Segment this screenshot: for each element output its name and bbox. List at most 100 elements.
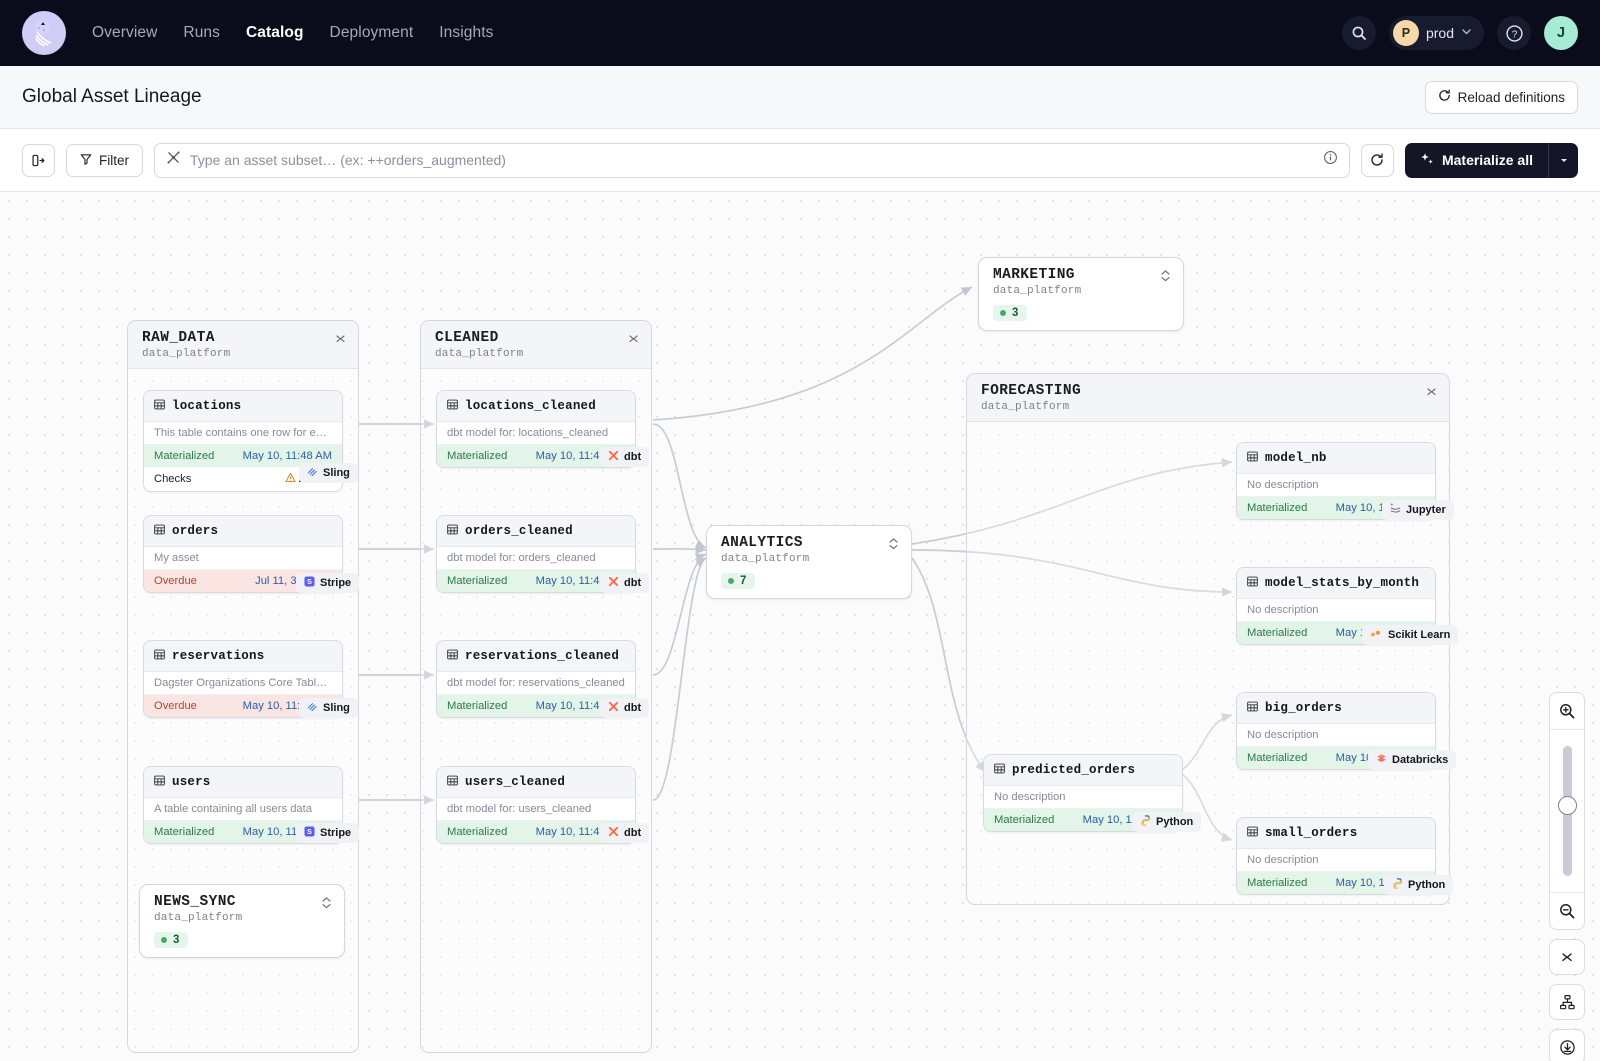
- table-icon: [447, 397, 458, 415]
- filter-button[interactable]: Filter: [66, 143, 143, 177]
- collapse-vertical-icon[interactable]: [1426, 383, 1437, 403]
- nav-link-catalog[interactable]: Catalog: [246, 24, 304, 42]
- materialize-all-label: Materialize all: [1441, 152, 1533, 168]
- integration-tag-label: Databricks: [1392, 754, 1449, 766]
- collapsed-group-body: 3: [979, 303, 1183, 330]
- table-icon: [447, 647, 458, 665]
- collapsed-group-news-sync[interactable]: NEWS_SYNC data_platform 3: [139, 884, 345, 958]
- collapse-vertical-icon[interactable]: [628, 330, 639, 350]
- integration-tag-stripe[interactable]: S Stripe: [296, 823, 360, 843]
- asset-header: locations: [144, 391, 342, 422]
- zoom-controls: [1549, 692, 1585, 1061]
- asset-selection-icon: [166, 150, 181, 170]
- integration-tag-label: dbt: [624, 827, 642, 839]
- nav-link-insights[interactable]: Insights: [439, 24, 493, 42]
- zoom-in-icon[interactable]: [1550, 693, 1584, 729]
- integration-tag-sling[interactable]: Sling: [299, 698, 358, 718]
- dbt-icon: [608, 450, 619, 464]
- integration-tag-label: Stripe: [320, 827, 352, 839]
- integration-tag-label: dbt: [624, 702, 642, 714]
- top-navigation-bar: Overview Runs Catalog Deployment Insight…: [0, 0, 1600, 66]
- graph-layout-icon[interactable]: [1549, 984, 1585, 1020]
- refresh-graph-button[interactable]: [1360, 143, 1394, 177]
- search-icon[interactable]: [1341, 16, 1376, 50]
- download-circle-icon[interactable]: [1549, 1029, 1585, 1061]
- integration-tag-label: dbt: [624, 451, 642, 463]
- stripe-icon: S: [304, 826, 315, 840]
- integration-tag-dbt[interactable]: dbt: [600, 698, 650, 718]
- asset-count: 7: [740, 575, 747, 587]
- help-circle-icon[interactable]: ?: [1497, 16, 1531, 50]
- zoom-out-icon[interactable]: [1550, 893, 1584, 929]
- integration-tag-label: Jupyter: [1406, 504, 1446, 516]
- integration-tag-python[interactable]: Python: [1132, 812, 1202, 832]
- integration-tag-label: Stripe: [320, 577, 352, 589]
- asset-name: model_nb: [1265, 451, 1327, 465]
- collapse-all-icon[interactable]: [1549, 939, 1585, 975]
- panel-toggle-icon[interactable]: [22, 143, 55, 177]
- collapsed-group-analytics[interactable]: ANALYTICS data_platform 7: [706, 525, 912, 599]
- asset-lineage-canvas[interactable]: RAW_DATA data_platform locations This ta…: [0, 192, 1600, 1061]
- avatar[interactable]: J: [1544, 16, 1578, 50]
- collapse-vertical-icon[interactable]: [335, 330, 346, 350]
- caret-down-icon[interactable]: [1548, 142, 1578, 178]
- asset-header: model_nb: [1237, 443, 1435, 474]
- table-icon: [1247, 449, 1258, 467]
- expand-vertical-icon[interactable]: [1160, 267, 1171, 287]
- integration-tag-stripe[interactable]: S Stripe: [296, 573, 360, 593]
- dagster-logo-icon[interactable]: [22, 11, 66, 55]
- deployment-selector[interactable]: P prod: [1388, 16, 1484, 50]
- search-input[interactable]: [190, 152, 1314, 168]
- funnel-icon: [80, 153, 92, 168]
- table-icon: [994, 761, 1005, 779]
- reload-definitions-button[interactable]: Reload definitions: [1424, 80, 1578, 114]
- group-code-location: data_platform: [721, 553, 810, 565]
- nav-link-overview[interactable]: Overview: [92, 24, 157, 42]
- group-name: MARKETING: [993, 267, 1075, 283]
- expand-vertical-icon[interactable]: [321, 894, 332, 914]
- asset-status-label: Materialized: [154, 450, 215, 462]
- integration-tag-dbt[interactable]: dbt: [600, 447, 650, 467]
- asset-name: users: [172, 775, 211, 789]
- zoom-stack: [1549, 692, 1585, 930]
- materialize-all-group: Materialize all: [1404, 142, 1578, 178]
- asset-subset-box[interactable]: [154, 142, 1350, 178]
- asset-group-header[interactable]: FORECASTING data_platform: [967, 374, 1449, 422]
- integration-tag-python[interactable]: Python: [1384, 875, 1454, 895]
- zoom-slider-thumb[interactable]: [1557, 796, 1577, 815]
- asset-name: small_orders: [1265, 826, 1358, 840]
- filter-label: Filter: [99, 152, 129, 168]
- asset-description: No description: [1237, 724, 1435, 747]
- integration-tag-sling[interactable]: Sling: [299, 463, 358, 483]
- group-name: RAW_DATA: [142, 330, 215, 346]
- expand-vertical-icon[interactable]: [888, 535, 899, 555]
- sparkle-icon: [1420, 152, 1434, 169]
- asset-status-label: Materialized: [1247, 627, 1308, 639]
- asset-group-header[interactable]: RAW_DATA data_platform: [128, 321, 358, 369]
- integration-tag-label: Sling: [323, 467, 350, 479]
- nav-link-deployment[interactable]: Deployment: [330, 24, 414, 42]
- asset-group-header[interactable]: CLEANED data_platform: [421, 321, 651, 369]
- table-icon: [154, 397, 165, 415]
- integration-tag-databricks[interactable]: Databricks: [1368, 750, 1457, 770]
- integration-tag-label: Python: [1156, 816, 1194, 828]
- warning-triangle-icon: [284, 472, 296, 486]
- group-code-location: data_platform: [993, 285, 1082, 297]
- status-dot-icon: [1000, 310, 1006, 316]
- dbt-icon: [608, 576, 619, 590]
- asset-status-label: Materialized: [1247, 502, 1308, 514]
- asset-status-label: Materialized: [1247, 877, 1308, 889]
- integration-tag-scikit-learn[interactable]: Scikit Learn: [1362, 625, 1459, 645]
- asset-name: users_cleaned: [465, 775, 566, 789]
- asset-header: model_stats_by_month: [1237, 568, 1435, 599]
- nav-link-runs[interactable]: Runs: [183, 24, 220, 42]
- asset-description: No description: [1237, 599, 1435, 622]
- info-circle-icon[interactable]: [1323, 150, 1338, 170]
- integration-tag-dbt[interactable]: dbt: [600, 573, 650, 593]
- zoom-slider[interactable]: [1550, 729, 1584, 893]
- table-icon: [447, 522, 458, 540]
- integration-tag-dbt[interactable]: dbt: [600, 823, 650, 843]
- materialize-all-button[interactable]: Materialize all: [1404, 142, 1548, 178]
- integration-tag-jupyter[interactable]: Jupyter: [1382, 500, 1454, 520]
- collapsed-group-marketing[interactable]: MARKETING data_platform 3: [978, 257, 1184, 331]
